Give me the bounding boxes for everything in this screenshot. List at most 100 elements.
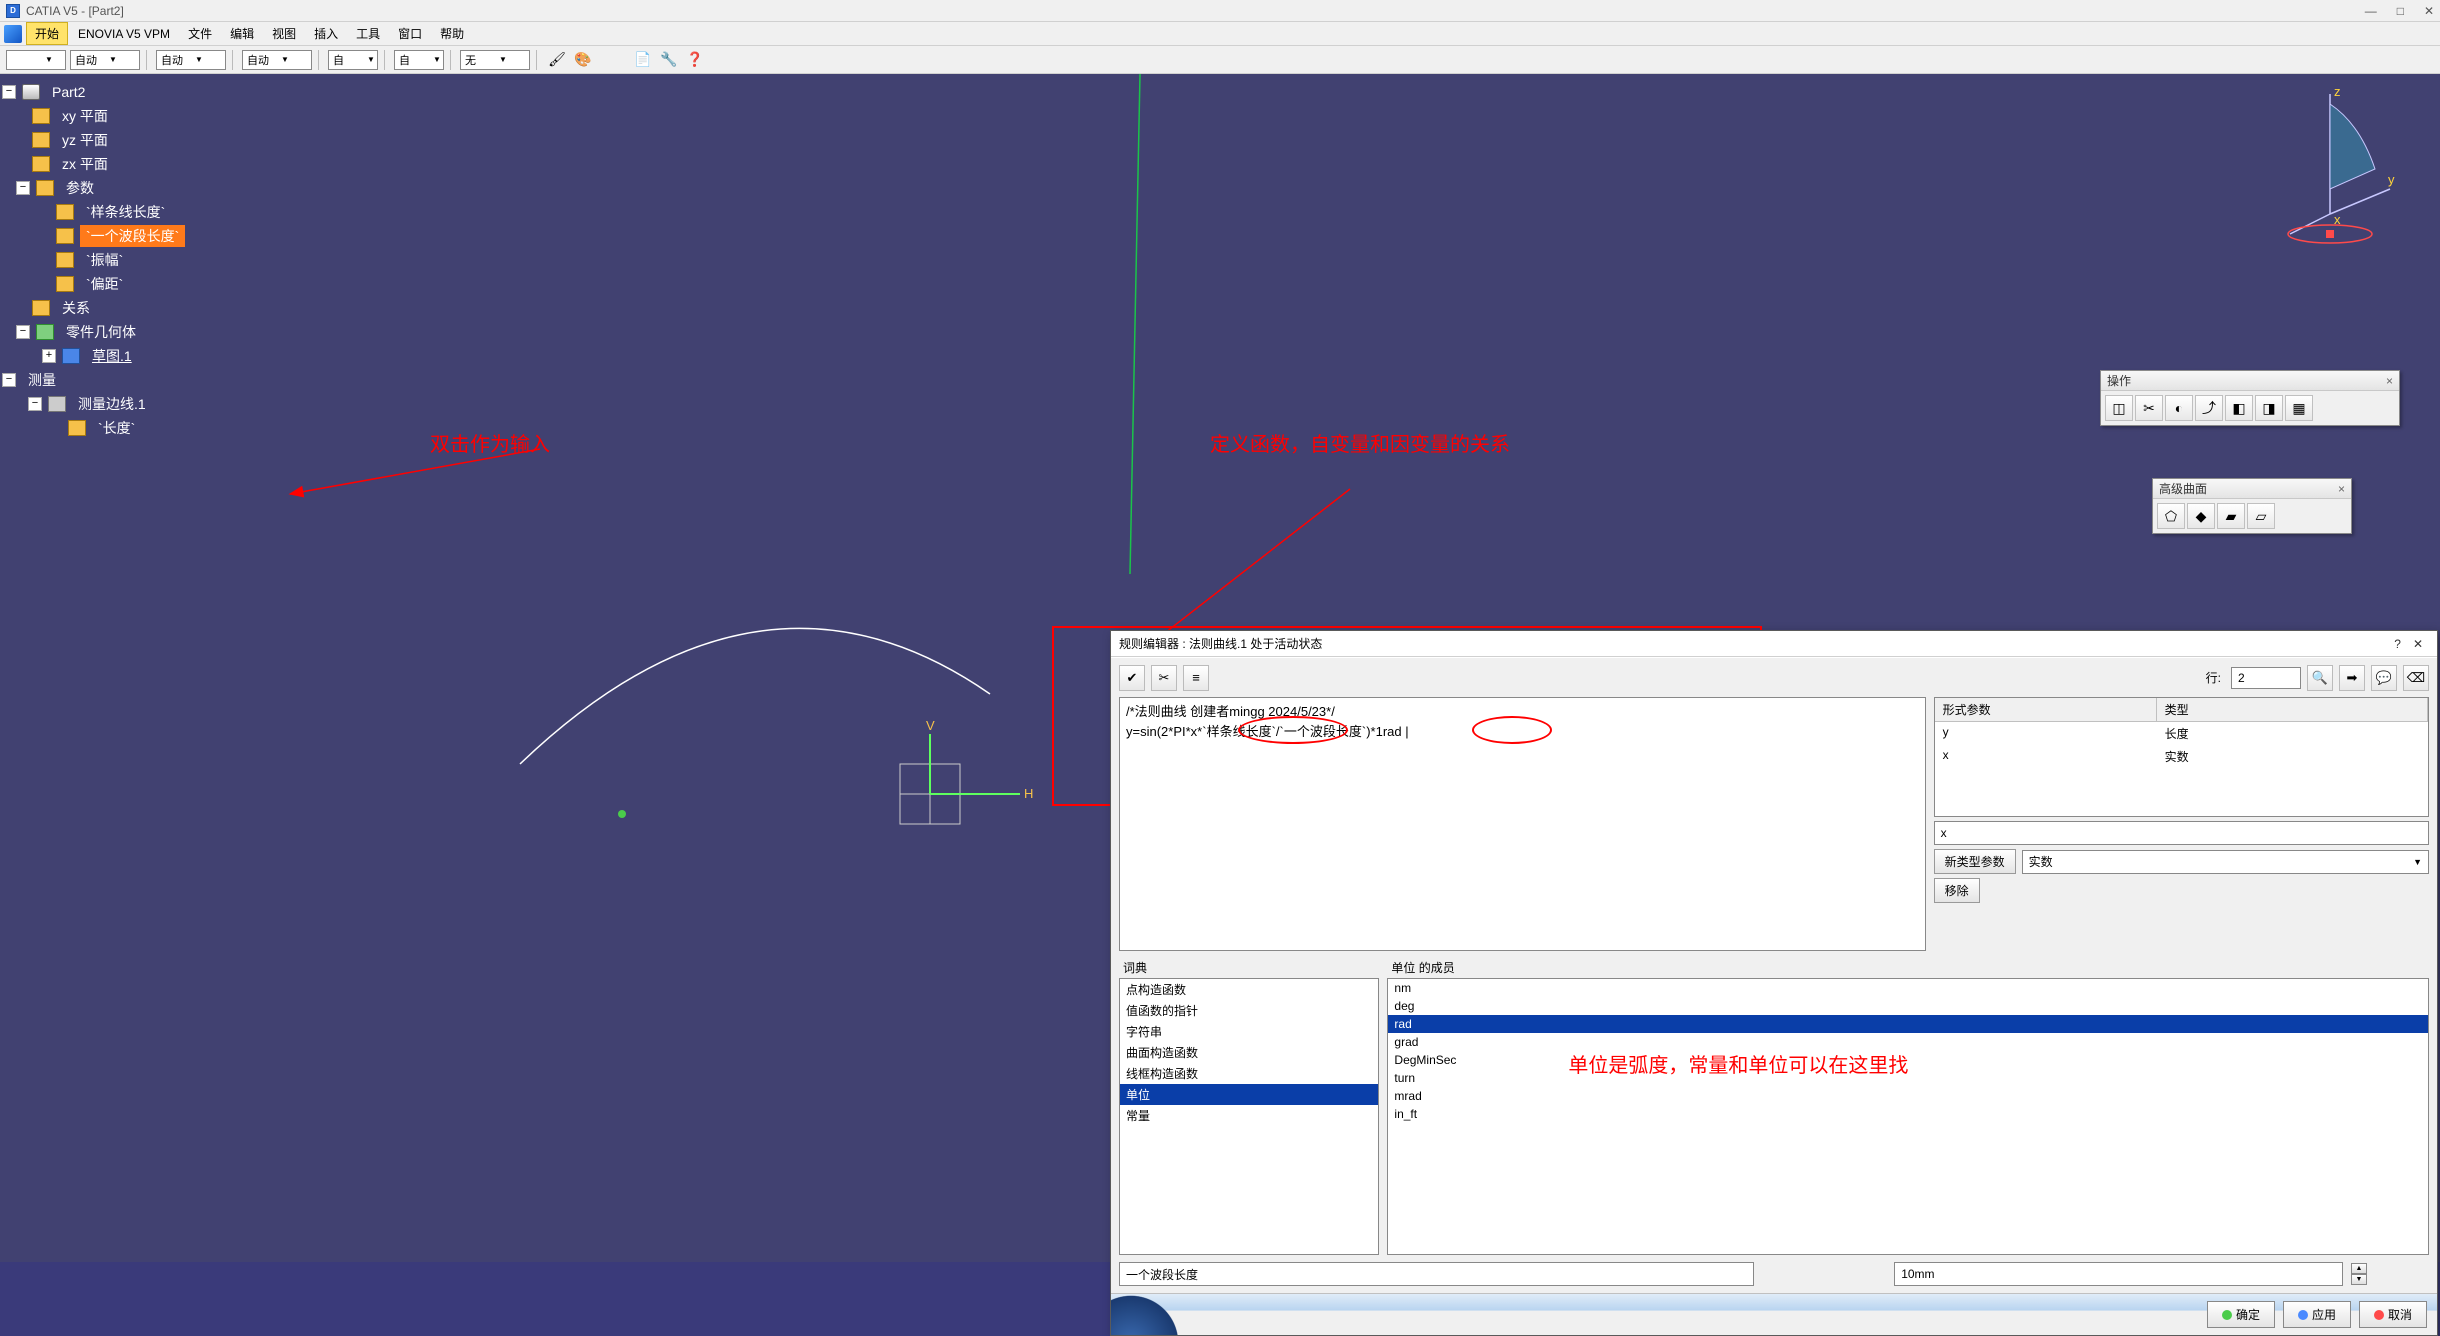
dict-item[interactable]: 曲面构造函数 [1120,1042,1378,1063]
combo-auto-4[interactable]: 自▼ [328,50,378,70]
tb-comment-icon[interactable]: 💬 [2371,665,2397,691]
combo-auto-3[interactable]: 自动▼ [242,50,312,70]
member-item[interactable]: mrad [1388,1087,2428,1105]
menu-edit[interactable]: 编辑 [222,23,262,44]
tree-toggle[interactable]: − [16,181,30,195]
tree-param-offset[interactable]: `偏距` [80,273,129,295]
dict-item[interactable]: 线框构造函数 [1120,1063,1378,1084]
compass[interactable]: x y z [2280,84,2400,244]
dict-item[interactable]: 字符串 [1120,1021,1378,1042]
member-item[interactable]: in_ft [1388,1105,2428,1123]
op-btn-2[interactable]: ✂ [2135,395,2163,421]
new-type-param-button[interactable]: 新类型参数 [1934,849,2016,874]
tree-root[interactable]: Part2 [46,83,91,101]
tree-param-wave-length[interactable]: `一个波段长度` [80,225,185,247]
dict-item[interactable]: 常量 [1120,1105,1378,1126]
tree-toggle[interactable]: − [2,373,16,387]
tool-icon-1[interactable]: 📄 [632,49,654,71]
tb-check-icon[interactable]: ✔ [1119,665,1145,691]
member-item[interactable]: deg [1388,997,2428,1015]
param-row[interactable]: y长度 [1935,722,2428,745]
viewport[interactable]: V H −Part2 xy 平面 yz 平面 zx 平面 −参数 `样条线长度`… [0,74,2440,1262]
tree-length[interactable]: `长度` [92,417,141,439]
tree-yz-plane[interactable]: yz 平面 [56,129,114,151]
palette-icon[interactable]: 🎨 [572,49,594,71]
tb-list-icon[interactable]: ≡ [1183,665,1209,691]
ok-button[interactable]: 确定 [2207,1301,2275,1328]
menu-tools[interactable]: 工具 [348,23,388,44]
tree-params[interactable]: 参数 [60,177,100,199]
dialog-titlebar[interactable]: 规则编辑器 : 法则曲线.1 处于活动状态 ? ✕ [1111,631,2437,657]
bottom-left-field[interactable]: 一个波段长度 [1119,1262,1754,1286]
menu-help[interactable]: 帮助 [432,23,472,44]
combo-auto-1[interactable]: 自动▼ [70,50,140,70]
tb-erase-icon[interactable]: ⌫ [2403,665,2429,691]
tree-sketch[interactable]: 草图.1 [86,345,138,367]
tool-icon-2[interactable]: 🔧 [658,49,680,71]
cancel-button[interactable]: 取消 [2359,1301,2427,1328]
maximize-button[interactable]: □ [2397,4,2404,18]
param-row[interactable]: x实数 [1935,745,2428,768]
apply-button[interactable]: 应用 [2283,1301,2351,1328]
combo-auto-2[interactable]: 自动▼ [156,50,226,70]
menu-view[interactable]: 视图 [264,23,304,44]
dict-item-units[interactable]: 单位 [1120,1084,1378,1105]
param-type-combo[interactable]: 实数▼ [2022,850,2429,874]
menu-insert[interactable]: 插入 [306,23,346,44]
menu-file[interactable]: 文件 [180,23,220,44]
remove-param-button[interactable]: 移除 [1934,878,1980,903]
brush-icon[interactable]: 🖌 [546,49,568,71]
op-btn-3[interactable]: ◐ [2165,395,2193,421]
tree-relations[interactable]: 关系 [56,297,96,319]
combo-auto-5[interactable]: 自▼ [394,50,444,70]
line-number-field[interactable]: 2 [2231,667,2301,689]
members-listbox[interactable]: nm deg rad grad DegMinSec turn mrad in_f… [1387,978,2429,1255]
dict-item[interactable]: 点构造函数 [1120,979,1378,1000]
surf-btn-1[interactable]: ⬠ [2157,503,2185,529]
combo-none[interactable]: 无▼ [460,50,530,70]
op-btn-6[interactable]: ◨ [2255,395,2283,421]
toolbar-operation[interactable]: 操作× ◫ ✂ ◐ ⤴ ◧ ◨ ▦ [2100,370,2400,426]
param-table[interactable]: 形式参数 类型 y长度 x实数 [1934,697,2429,817]
tb-goto-icon[interactable]: ➡ [2339,665,2365,691]
surf-btn-2[interactable]: ◆ [2187,503,2215,529]
close-icon[interactable]: × [2386,374,2393,388]
tree-xy-plane[interactable]: xy 平面 [56,105,114,127]
dict-item[interactable]: 值函数的指针 [1120,1000,1378,1021]
op-btn-1[interactable]: ◫ [2105,395,2133,421]
close-icon[interactable]: × [2338,482,2345,496]
tree-body[interactable]: 零件几何体 [60,321,142,343]
surf-btn-4[interactable]: ▱ [2247,503,2275,529]
start-menu[interactable]: 开始 [26,22,68,45]
tree-param-amplitude[interactable]: `振幅` [80,249,129,271]
tree-toggle[interactable]: − [28,397,42,411]
tree-zx-plane[interactable]: zx 平面 [56,153,114,175]
dialog-close-button[interactable]: ✕ [2407,637,2429,651]
combo-1[interactable]: ▼ [6,50,66,70]
help-button[interactable]: ? [2388,637,2407,651]
toolbar-advanced-surface[interactable]: 高级曲面× ⬠ ◆ ▰ ▱ [2152,478,2352,534]
tree-toggle[interactable]: − [16,325,30,339]
tree-param-spline-length[interactable]: `样条线长度` [80,201,171,223]
tb-cut-icon[interactable]: ✂ [1151,665,1177,691]
tool-icon-3[interactable]: ❓ [684,49,706,71]
member-item-rad[interactable]: rad [1388,1015,2428,1033]
surf-btn-3[interactable]: ▰ [2217,503,2245,529]
tree-measure[interactable]: 测量 [22,369,62,391]
dict-listbox[interactable]: 点构造函数 值函数的指针 字符串 曲面构造函数 线框构造函数 单位 常量 [1119,978,1379,1255]
op-btn-4[interactable]: ⤴ [2195,395,2223,421]
menu-window[interactable]: 窗口 [390,23,430,44]
tree-measure-edge[interactable]: 测量边线.1 [72,393,152,415]
code-editor[interactable]: /*法则曲线 创建者mingg 2024/5/23*/ y=sin(2*PI*x… [1119,697,1926,951]
member-item[interactable]: nm [1388,979,2428,997]
param-name-field[interactable]: x [1934,821,2429,845]
tree-toggle[interactable]: + [42,349,56,363]
value-spinner[interactable]: ▲▼ [2351,1263,2367,1285]
op-btn-5[interactable]: ◧ [2225,395,2253,421]
menu-enovia[interactable]: ENOVIA V5 VPM [70,25,178,43]
tree-toggle[interactable]: − [2,85,16,99]
minimize-button[interactable]: — [2365,4,2377,18]
close-button[interactable]: ✕ [2424,4,2434,18]
op-btn-7[interactable]: ▦ [2285,395,2313,421]
tb-find-icon[interactable]: 🔍 [2307,665,2333,691]
